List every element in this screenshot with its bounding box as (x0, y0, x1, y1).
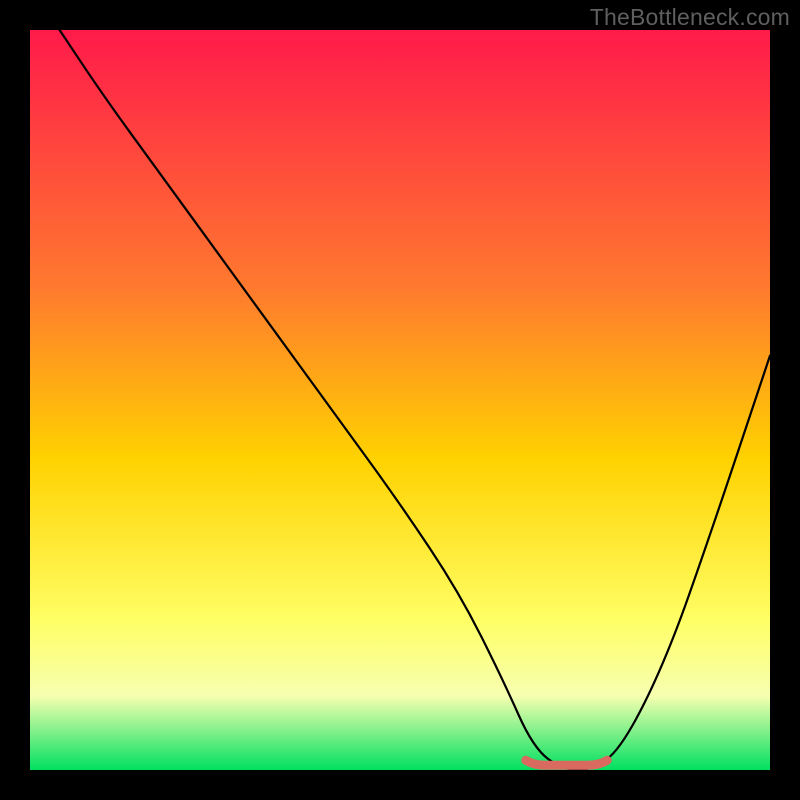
optimal-range-marker (526, 760, 607, 765)
watermark-text: TheBottleneck.com (590, 4, 790, 31)
gradient-background (30, 30, 770, 770)
chart-frame (30, 30, 770, 770)
bottleneck-chart (30, 30, 770, 770)
